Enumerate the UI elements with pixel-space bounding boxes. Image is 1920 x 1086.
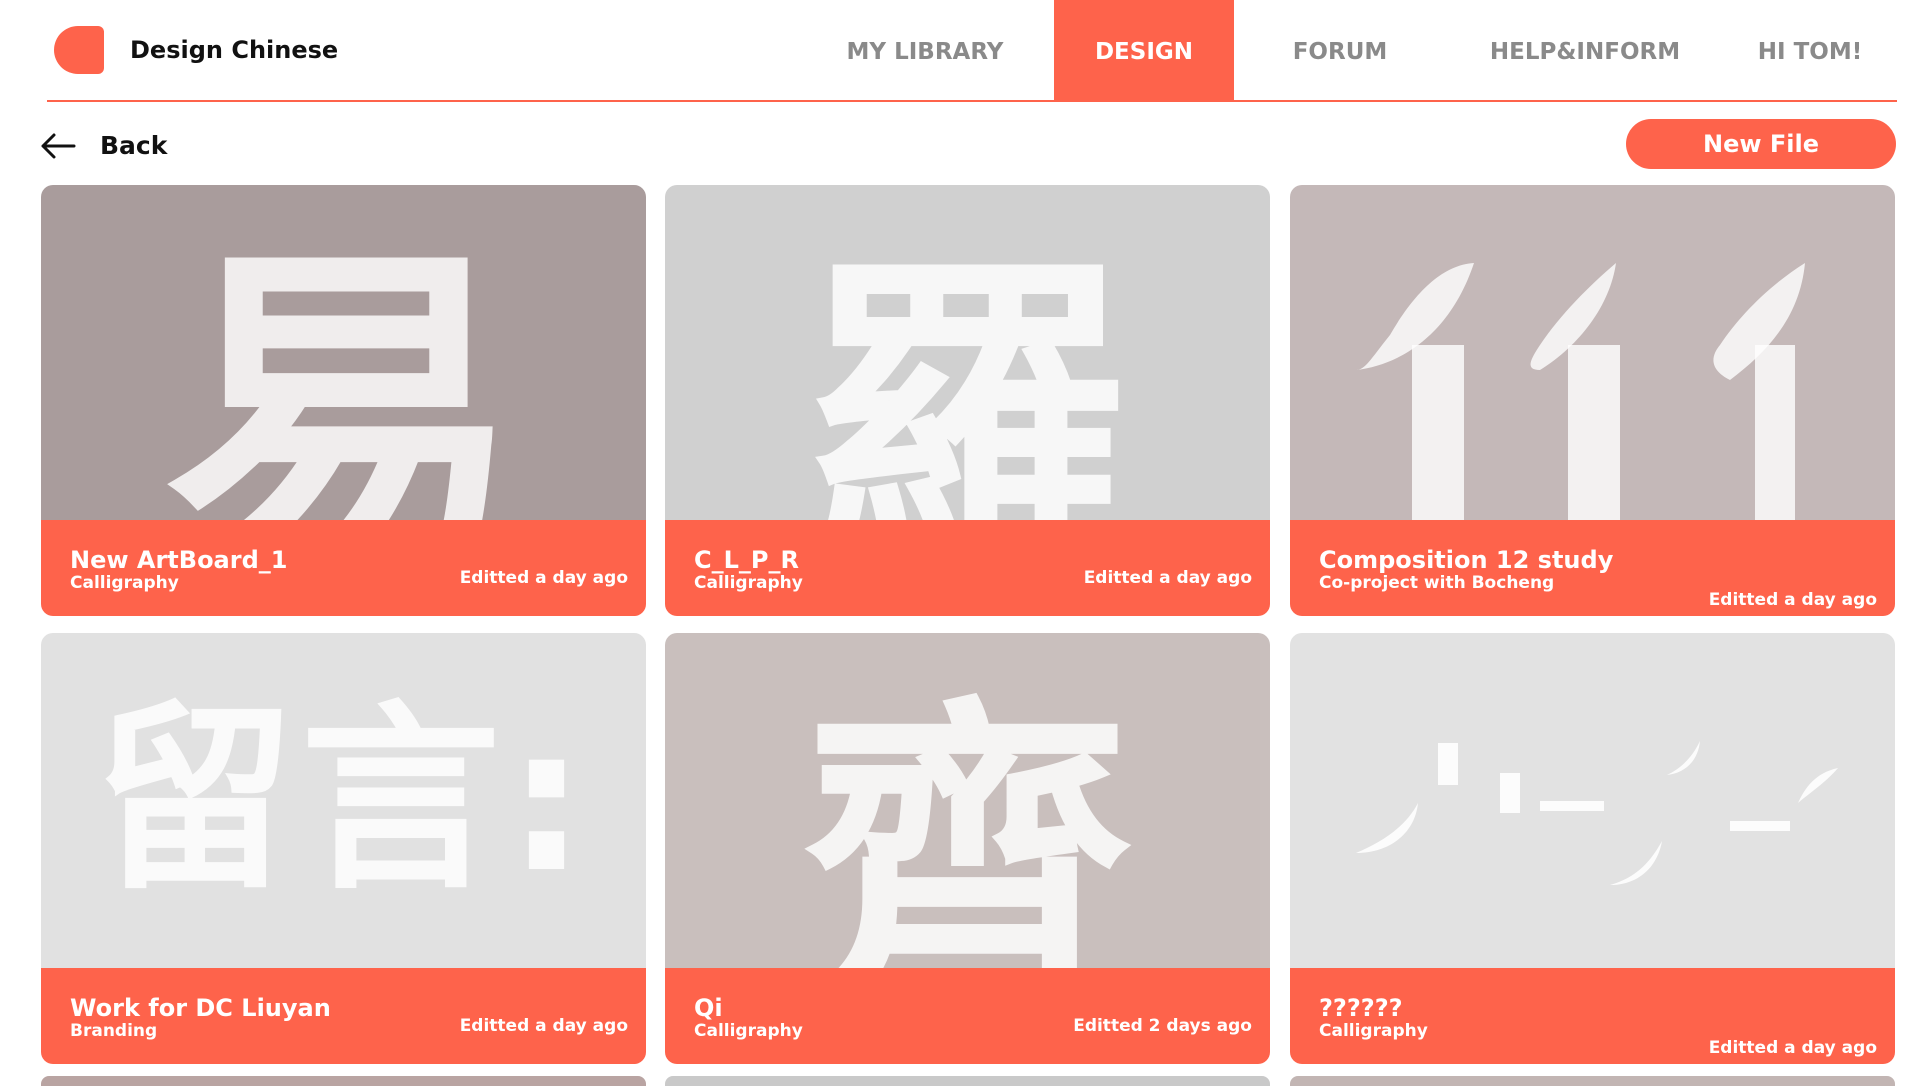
file-card-partial[interactable]	[41, 1076, 646, 1086]
file-card[interactable]: ?????? Calligraphy Editted a day ago	[1290, 633, 1895, 1064]
card-subtitle: Calligraphy	[694, 573, 803, 593]
card-edited: Editted a day ago	[1083, 568, 1252, 588]
card-subtitle: Calligraphy	[1319, 1021, 1428, 1041]
nav-design[interactable]: DESIGN	[1054, 0, 1234, 100]
card-thumbnail	[1290, 633, 1895, 968]
card-thumbnail	[1290, 185, 1895, 520]
card-glyph: 易	[163, 215, 524, 520]
card-subtitle: Branding	[70, 1021, 158, 1041]
card-info: Qi Calligraphy Editted 2 days ago	[665, 968, 1270, 1064]
card-title: New ArtBoard_1	[70, 546, 288, 574]
card-glyph: 齊	[802, 671, 1133, 968]
card-title: Work for DC Liuyan	[70, 994, 331, 1022]
card-edited: Editted a day ago	[459, 568, 628, 588]
file-card[interactable]: 留言: Work for DC Liuyan Branding Editted …	[41, 633, 646, 1064]
card-title: Composition 12 study	[1319, 546, 1614, 574]
nav-forum[interactable]: FORUM	[1250, 0, 1430, 100]
top-header: Design Chinese MY LIBRARY DESIGN FORUM H…	[0, 0, 1920, 102]
card-title: C_L_P_R	[694, 546, 799, 574]
arrow-left-icon	[41, 133, 76, 159]
card-thumbnail: 齊	[665, 633, 1270, 968]
card-info: ?????? Calligraphy Editted a day ago	[1290, 968, 1895, 1064]
card-glyph: 羅	[802, 228, 1133, 520]
card-subtitle: Co-project with Bocheng	[1319, 573, 1555, 593]
card-info: New ArtBoard_1 Calligraphy Editted a day…	[41, 520, 646, 616]
stroke-fragments-art	[1356, 741, 1838, 885]
nav-user-greeting[interactable]: HI TOM!	[1735, 0, 1885, 100]
file-card[interactable]: Composition 12 study Co-project with Boc…	[1290, 185, 1895, 616]
card-title: ??????	[1319, 994, 1403, 1022]
card-edited: Editted a day ago	[1708, 590, 1877, 610]
card-thumbnail: 羅	[665, 185, 1270, 520]
nav-my-library[interactable]: MY LIBRARY	[830, 0, 1020, 100]
card-subtitle: Calligraphy	[70, 573, 179, 593]
card-info: Composition 12 study Co-project with Boc…	[1290, 520, 1895, 616]
back-label: Back	[100, 131, 168, 160]
file-card-partial[interactable]	[1290, 1076, 1895, 1086]
card-title: Qi	[694, 994, 723, 1022]
card-info: Work for DC Liuyan Branding Editted a da…	[41, 968, 646, 1064]
card-edited: Editted a day ago	[459, 1016, 628, 1036]
card-subtitle: Calligraphy	[694, 1021, 803, 1041]
new-file-button[interactable]: New File	[1626, 119, 1896, 169]
card-info: C_L_P_R Calligraphy Editted a day ago	[665, 520, 1270, 616]
header-divider	[47, 100, 1897, 102]
app-logo[interactable]	[54, 26, 104, 74]
app-title: Design Chinese	[130, 36, 339, 64]
card-glyph: 留言:	[94, 684, 593, 917]
nav-help-inform[interactable]: HELP&INFORM	[1470, 0, 1700, 100]
card-edited: Editted 2 days ago	[1073, 1016, 1252, 1036]
file-card[interactable]: 齊 Qi Calligraphy Editted 2 days ago	[665, 633, 1270, 1064]
file-card-partial[interactable]	[665, 1076, 1270, 1086]
card-thumbnail: 易	[41, 185, 646, 520]
stroke-composition-art	[1356, 263, 1805, 520]
card-thumbnail: 留言:	[41, 633, 646, 968]
file-card[interactable]: 羅 C_L_P_R Calligraphy Editted a day ago	[665, 185, 1270, 616]
file-card[interactable]: 易 New ArtBoard_1 Calligraphy Editted a d…	[41, 185, 646, 616]
card-edited: Editted a day ago	[1708, 1038, 1877, 1058]
